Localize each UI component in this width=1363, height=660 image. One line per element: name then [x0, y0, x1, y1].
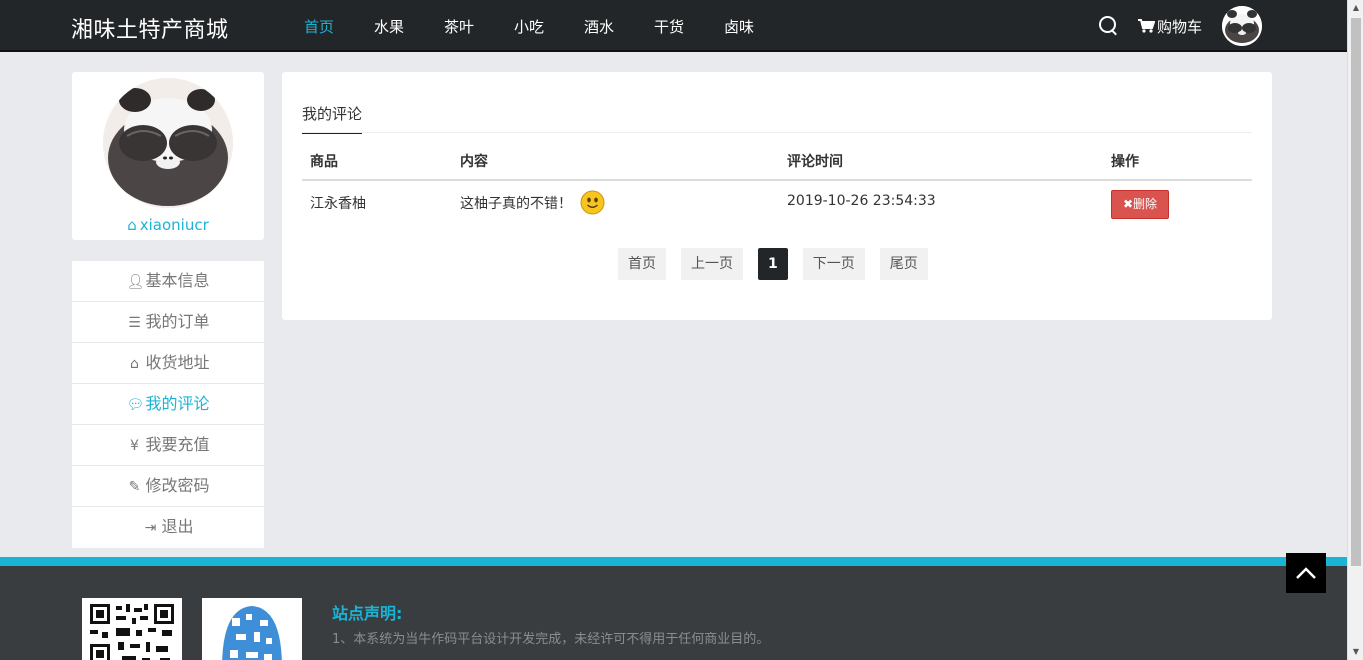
sidebar-item-recharge[interactable]: ¥ 我要充值	[72, 425, 264, 466]
cart-link[interactable]: 购物车	[1137, 16, 1202, 37]
cart-icon	[1137, 19, 1155, 33]
home-icon: ⌂	[127, 216, 137, 234]
column-header-content: 内容	[460, 154, 488, 170]
profile-card: ⌂ xiaoniucr	[72, 72, 264, 240]
profile-username[interactable]: ⌂ xiaoniucr	[72, 216, 264, 234]
username-text: xiaoniucr	[139, 216, 209, 234]
sidebar-item-label: 我要充值	[145, 435, 210, 454]
column-header-time: 评论时间	[787, 154, 843, 170]
comment-icon: 💬︎	[126, 397, 145, 413]
back-to-top-button[interactable]	[1286, 553, 1326, 593]
cell-time: 2019-10-26 23:54:33	[787, 193, 936, 209]
sidebar-item-label: 我的订单	[145, 312, 210, 331]
sidebar-menu: 👤︎基本信息 ☰ 我的订单 ⌂ 收货地址 💬︎我的评论 ¥ 我要充值 ✎ 修改密码 ⇥ 退…	[72, 261, 264, 548]
comments-panel: 我的评论 商品 内容 评论时间 操作 江永香柚 这柚子真的不错！ 2019-10…	[282, 72, 1272, 320]
edit-icon: ✎	[128, 479, 141, 495]
search-icon[interactable]	[1098, 15, 1120, 37]
sidebar-item-change-password[interactable]: ✎ 修改密码	[72, 466, 264, 507]
table-header: 商品 内容 评论时间 操作	[302, 145, 1252, 181]
cell-content: 这柚子真的不错！	[452, 181, 779, 227]
table-row: 江永香柚 这柚子真的不错！ 2019-10-26 23:54:33 ✖删除	[302, 181, 1252, 227]
sidebar-item-orders[interactable]: ☰ 我的订单	[72, 302, 264, 343]
user-icon: 👤︎	[126, 274, 145, 290]
qr-code-image	[202, 598, 302, 660]
delete-label: 删除	[1133, 197, 1158, 211]
page-prev-button[interactable]: 上一页	[681, 248, 743, 280]
main-nav: 首页 水果 茶叶 小吃 酒水 干货 卤味	[284, 0, 774, 52]
site-notice-title: 站点声明:	[332, 604, 403, 623]
cell-product: 江永香柚	[310, 196, 366, 212]
column-header-action: 操作	[1111, 154, 1139, 170]
page-current-button[interactable]: 1	[758, 248, 788, 280]
sidebar-item-label: 修改密码	[145, 476, 210, 495]
smiley-icon	[580, 190, 605, 214]
comment-text: 这柚子真的不错！	[460, 196, 572, 212]
nav-item-dried-goods[interactable]: 干货	[634, 0, 704, 52]
user-avatar[interactable]	[1222, 6, 1262, 46]
sidebar-item-logout[interactable]: ⇥ 退出	[72, 507, 264, 548]
nav-item-home[interactable]: 首页	[284, 0, 354, 52]
tab-my-comments[interactable]: 我的评论	[302, 103, 363, 134]
comments-table: 商品 内容 评论时间 操作 江永香柚 这柚子真的不错！ 2019-10-26 2…	[302, 145, 1252, 227]
cart-label: 购物车	[1156, 17, 1202, 36]
nav-item-tea[interactable]: 茶叶	[424, 0, 494, 52]
sidebar-item-label: 退出	[161, 517, 194, 536]
scroll-up-arrow[interactable]: ▲	[1348, 0, 1363, 16]
close-icon: ✖	[1122, 197, 1134, 211]
qr-code-image	[82, 598, 182, 660]
page-next-button[interactable]: 下一页	[802, 248, 865, 280]
nav-item-fruit[interactable]: 水果	[354, 0, 424, 52]
site-title[interactable]: 湘味土特产商城	[71, 12, 229, 44]
scroll-thumb[interactable]	[1351, 18, 1361, 566]
sidebar-item-address[interactable]: ⌂ 收货地址	[72, 343, 264, 384]
nav-item-braised[interactable]: 卤味	[704, 0, 774, 52]
yen-icon: ¥	[130, 438, 139, 454]
sidebar-item-label: 我的评论	[145, 394, 210, 413]
delete-button[interactable]: ✖删除	[1111, 190, 1169, 219]
site-notice-text: 1、本系统为当牛作码平台设计开发完成，未经许可不得用于任何商业目的。	[332, 632, 770, 647]
scroll-down-arrow[interactable]: ▼	[1348, 644, 1363, 660]
sidebar-item-label: 基本信息	[145, 271, 210, 290]
cell-action: ✖删除	[1103, 181, 1252, 227]
page-last-button[interactable]: 尾页	[879, 248, 928, 280]
nav-item-snacks[interactable]: 小吃	[494, 0, 564, 52]
top-navbar: 湘味土特产商城 首页 水果 茶叶 小吃 酒水 干货 卤味 购物车	[0, 0, 1347, 52]
sign-out-icon: ⇥	[144, 520, 157, 536]
sidebar-item-label: 收货地址	[145, 353, 210, 372]
divider	[302, 132, 1252, 133]
profile-avatar	[103, 78, 233, 208]
list-icon: ☰	[128, 315, 141, 331]
page-first-button[interactable]: 首页	[618, 248, 666, 280]
page-scrollbar[interactable]: ▲ ▼	[1347, 0, 1363, 660]
pagination: 首页 上一页 1 下一页 尾页	[618, 248, 943, 280]
sidebar-item-comments[interactable]: 💬︎我的评论	[72, 384, 264, 425]
chevron-up-icon	[1296, 567, 1316, 579]
nav-right: 购物车	[1098, 0, 1262, 52]
home-icon: ⌂	[130, 356, 139, 372]
footer: 站点声明: 1、本系统为当牛作码平台设计开发完成，未经许可不得用于任何商业目的。	[0, 557, 1347, 660]
nav-item-liquor[interactable]: 酒水	[564, 0, 634, 52]
column-header-product: 商品	[310, 154, 338, 170]
sidebar-item-basic-info[interactable]: 👤︎基本信息	[72, 261, 264, 302]
